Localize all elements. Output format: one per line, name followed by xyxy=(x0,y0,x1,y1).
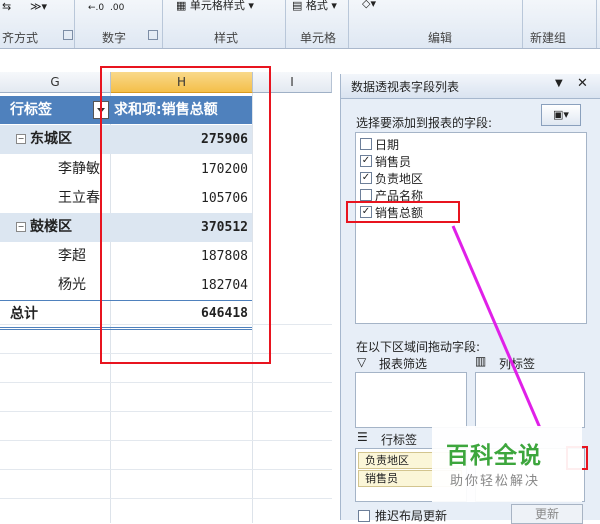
magenta-arrow-line xyxy=(451,225,542,429)
watermark-sub-text: 助你轻松解决 xyxy=(450,474,541,489)
watermark-main-text: 百科全说 xyxy=(446,443,542,469)
watermark: 百科全说 助你轻松解决 xyxy=(432,426,582,502)
